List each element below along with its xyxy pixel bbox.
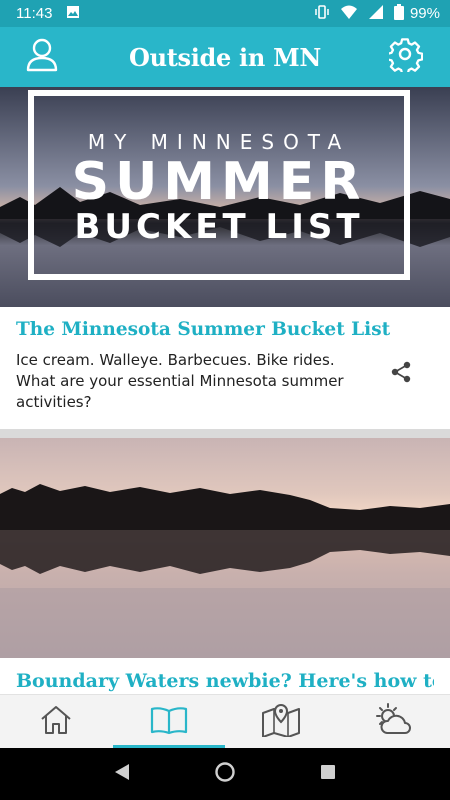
sign-line-1: MY MINNESOTA	[87, 130, 351, 155]
battery-icon	[393, 3, 404, 24]
map-icon	[261, 703, 301, 741]
book-icon	[150, 705, 188, 739]
home-circle-icon	[214, 761, 236, 787]
article-image[interactable]: MY MINNESOTA SUMMER BUCKET LIST	[0, 87, 450, 307]
wifi-icon	[340, 4, 358, 24]
back-icon	[113, 763, 131, 785]
settings-button[interactable]	[386, 38, 424, 76]
app-title: Outside in MN	[128, 42, 321, 72]
image-icon	[66, 5, 80, 23]
home-icon	[39, 705, 73, 739]
system-home-button[interactable]	[210, 759, 240, 789]
article-card[interactable]: MY MINNESOTA SUMMER BUCKET LIST The Minn…	[0, 87, 450, 429]
profile-button[interactable]	[24, 38, 60, 76]
bucket-list-sign: MY MINNESOTA SUMMER BUCKET LIST	[28, 90, 410, 280]
system-back-button[interactable]	[107, 759, 137, 789]
battery-percent: 99%	[409, 5, 440, 22]
status-time: 11:43	[16, 5, 53, 22]
signal-icon	[368, 4, 384, 24]
weather-icon	[373, 702, 415, 741]
status-icons: 99%	[314, 3, 440, 24]
nav-weather[interactable]	[338, 695, 450, 748]
article-body: The Minnesota Summer Bucket List Ice cre…	[0, 307, 450, 429]
profile-icon	[26, 38, 58, 76]
article-image[interactable]	[0, 438, 450, 658]
app-bar: Outside in MN	[0, 27, 450, 87]
status-bar: 11:43 99%	[0, 0, 450, 27]
article-body: Boundary Waters newbie? Here's how to	[0, 658, 450, 692]
card-separator	[0, 429, 450, 438]
share-icon	[390, 361, 412, 387]
article-title[interactable]: Boundary Waters newbie? Here's how to	[16, 670, 434, 692]
sign-line-3: BUCKET LIST	[74, 207, 364, 248]
article-feed[interactable]: MY MINNESOTA SUMMER BUCKET LIST The Minn…	[0, 87, 450, 694]
nav-map[interactable]	[225, 695, 338, 748]
system-navigation-bar	[0, 748, 450, 800]
vibrate-icon	[314, 4, 330, 24]
article-description: Ice cream. Walleye. Barbecues. Bike ride…	[16, 351, 344, 411]
article-title[interactable]: The Minnesota Summer Bucket List	[16, 319, 434, 340]
nav-home[interactable]	[0, 695, 113, 748]
system-recents-button[interactable]	[313, 759, 343, 789]
article-card[interactable]: Boundary Waters newbie? Here's how to	[0, 438, 450, 692]
sign-line-2: SUMMER	[71, 152, 367, 213]
gear-icon	[386, 38, 424, 76]
bottom-navigation	[0, 694, 450, 748]
share-button[interactable]	[386, 359, 416, 389]
recents-icon	[319, 763, 337, 785]
nav-articles[interactable]	[112, 695, 226, 748]
